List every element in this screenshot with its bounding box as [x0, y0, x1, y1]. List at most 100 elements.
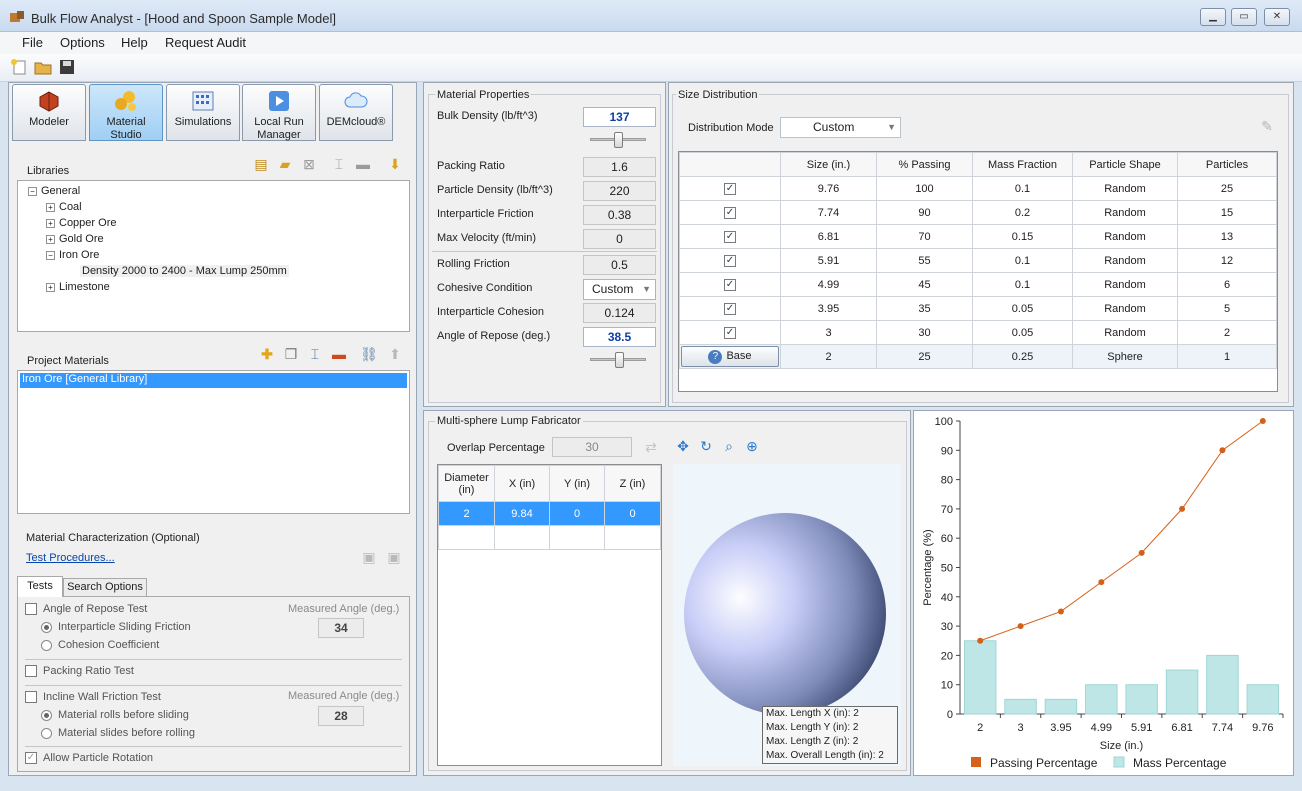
table-cell[interactable]: 0: [604, 501, 661, 526]
tab-search-options[interactable]: Search Options: [63, 578, 147, 597]
row-checkbox-cell[interactable]: ✓: [679, 176, 781, 201]
allow-rotation-checkbox[interactable]: ✓: [25, 752, 37, 764]
row-checkbox-cell[interactable]: ✓: [679, 224, 781, 249]
table-cell[interactable]: 0.1: [972, 176, 1073, 201]
table-row[interactable]: ✓ 5.91 55 0.1 Random 12: [679, 248, 1277, 273]
column-header[interactable]: Mass Fraction: [972, 152, 1073, 177]
remove-material-icon[interactable]: ▬: [330, 345, 348, 363]
table-cell[interactable]: 30: [876, 320, 973, 345]
save-icon[interactable]: [58, 58, 76, 76]
table-cell[interactable]: 1: [1177, 344, 1277, 369]
row-checkbox-cell[interactable]: ✓: [679, 272, 781, 297]
base-cell[interactable]: ? Base: [679, 344, 781, 369]
table-cell[interactable]: 15: [1177, 200, 1277, 225]
test-procedures-link[interactable]: Test Procedures...: [26, 552, 115, 564]
tree-node-iron-ore-density[interactable]: Density 2000 to 2400 - Max Lump 250mm: [80, 265, 289, 277]
collapse-icon[interactable]: −: [46, 250, 55, 260]
particle-density-value[interactable]: 220: [583, 181, 656, 201]
table-cell[interactable]: Random: [1072, 296, 1178, 321]
table-cell[interactable]: 13: [1177, 224, 1277, 249]
table-cell[interactable]: Sphere: [1072, 344, 1178, 369]
tree-node-limestone[interactable]: + Limestone: [46, 281, 110, 293]
table-cell[interactable]: 2: [438, 501, 495, 526]
table-cell[interactable]: 100: [876, 176, 973, 201]
row-checkbox[interactable]: ✓: [724, 279, 736, 291]
expand-icon[interactable]: +: [46, 282, 55, 292]
table-cell[interactable]: 7.74: [780, 200, 877, 225]
row-checkbox[interactable]: ✓: [724, 207, 736, 219]
row-checkbox[interactable]: ✓: [724, 327, 736, 339]
menu-options[interactable]: Options: [60, 35, 105, 50]
table-row[interactable]: ✓ 3 30 0.05 Random 2: [679, 320, 1277, 345]
table-cell[interactable]: 12: [1177, 248, 1277, 273]
new-file-icon[interactable]: [10, 58, 28, 76]
project-materials-list[interactable]: Iron Ore [General Library]: [17, 370, 410, 514]
library-tree[interactable]: − General + Coal + Copper Ore + Gold Ore − Ir…: [17, 180, 410, 332]
table-cell[interactable]: 2: [780, 344, 877, 369]
column-header[interactable]: Size (in.): [780, 152, 877, 177]
library-rename-icon[interactable]: ⌶: [330, 155, 348, 173]
library-folder-icon[interactable]: ▰: [276, 155, 294, 173]
rolling-friction-value[interactable]: 0.5: [583, 255, 656, 275]
bulk-density-input[interactable]: 137: [583, 107, 656, 127]
menu-request-audit[interactable]: Request Audit: [165, 35, 246, 50]
save-all-tests-icon[interactable]: ▣: [385, 548, 403, 566]
table-cell[interactable]: [549, 525, 605, 550]
interparticle-sliding-radio[interactable]: Interparticle Sliding Friction: [41, 621, 191, 633]
3d-viewport[interactable]: Max. Length X (in): 2 Max. Length Y (in)…: [673, 464, 901, 766]
menu-file[interactable]: File: [22, 35, 43, 50]
table-cell[interactable]: 0.25: [972, 344, 1073, 369]
table-cell[interactable]: 9.84: [494, 501, 550, 526]
table-cell[interactable]: Random: [1072, 200, 1178, 225]
max-velocity-value[interactable]: 0: [583, 229, 656, 249]
tree-node-iron-ore[interactable]: − Iron Ore: [46, 249, 99, 261]
tab-modeler[interactable]: Modeler: [12, 84, 86, 141]
library-properties-icon[interactable]: ▤: [252, 155, 270, 173]
table-cell[interactable]: 3.95: [780, 296, 877, 321]
table-cell[interactable]: 0.1: [972, 272, 1073, 297]
tree-node-general[interactable]: − General: [28, 185, 80, 197]
expand-icon[interactable]: +: [46, 218, 55, 228]
zoom-extents-icon[interactable]: ⊕: [743, 437, 761, 455]
column-header[interactable]: % Passing: [876, 152, 973, 177]
table-cell[interactable]: 3: [780, 320, 877, 345]
edit-pencil-icon[interactable]: ✎: [1258, 117, 1276, 135]
minimize-button[interactable]: ▁: [1200, 8, 1226, 26]
table-cell[interactable]: 55: [876, 248, 973, 273]
open-folder-icon[interactable]: [34, 58, 52, 76]
table-cell[interactable]: 70: [876, 224, 973, 249]
table-cell[interactable]: 6.81: [780, 224, 877, 249]
table-row[interactable]: ✓ 3.95 35 0.05 Random 5: [679, 296, 1277, 321]
table-cell[interactable]: Random: [1072, 176, 1178, 201]
angle-measured-value[interactable]: 34: [318, 618, 364, 638]
cohesive-condition-select[interactable]: Custom ▼: [583, 279, 656, 300]
column-header[interactable]: Particles: [1177, 152, 1277, 177]
row-checkbox[interactable]: ✓: [724, 255, 736, 267]
angle-of-repose-input[interactable]: 38.5: [583, 327, 656, 347]
overlap-percentage-value[interactable]: 30: [552, 437, 632, 457]
row-checkbox[interactable]: ✓: [724, 231, 736, 243]
table-cell[interactable]: 9.76: [780, 176, 877, 201]
table-cell[interactable]: Random: [1072, 224, 1178, 249]
tab-material-studio[interactable]: Material Studio: [89, 84, 163, 141]
row-checkbox[interactable]: ✓: [724, 303, 736, 315]
distribution-mode-select[interactable]: Custom ▼: [780, 117, 901, 138]
slides-before-rolling-radio[interactable]: Material slides before rolling: [41, 727, 195, 739]
tab-local-run-manager[interactable]: Local Run Manager: [242, 84, 316, 141]
tab-tests[interactable]: Tests: [17, 576, 63, 597]
project-material-item[interactable]: Iron Ore [General Library]: [20, 373, 407, 388]
angle-of-repose-slider-thumb[interactable]: [615, 352, 624, 368]
copy-material-icon[interactable]: ❐: [282, 345, 300, 363]
table-cell[interactable]: 5: [1177, 296, 1277, 321]
table-cell[interactable]: 5.91: [780, 248, 877, 273]
row-checkbox-cell[interactable]: ✓: [679, 296, 781, 321]
table-cell[interactable]: 0: [549, 501, 605, 526]
table-row-base[interactable]: ? Base 2 25 0.25 Sphere 1: [679, 344, 1277, 369]
expand-icon[interactable]: +: [46, 234, 55, 244]
table-cell[interactable]: 35: [876, 296, 973, 321]
add-material-icon[interactable]: ✚: [258, 345, 276, 363]
interparticle-friction-value[interactable]: 0.38: [583, 205, 656, 225]
table-cell[interactable]: 6: [1177, 272, 1277, 297]
library-remove-icon[interactable]: ▬: [354, 155, 372, 173]
table-cell[interactable]: 45: [876, 272, 973, 297]
